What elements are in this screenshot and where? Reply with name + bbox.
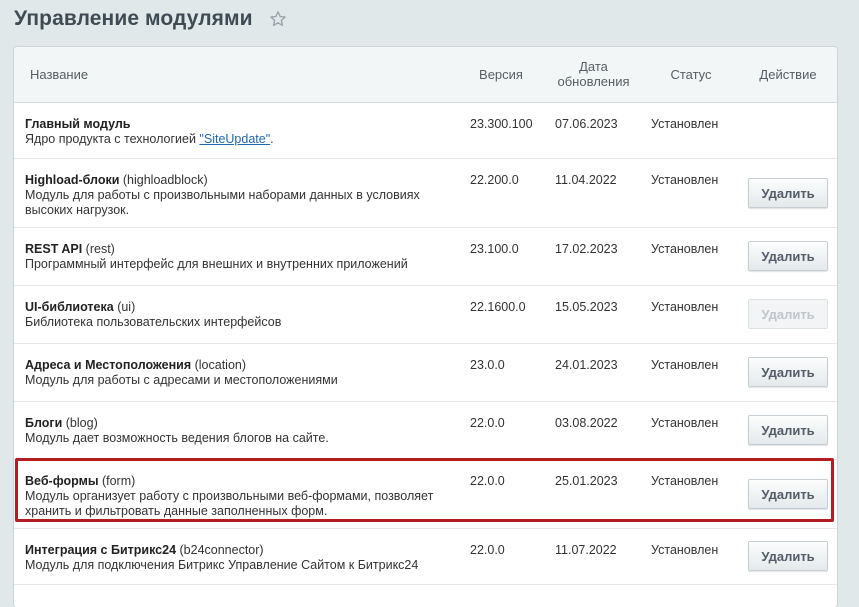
delete-button[interactable]: Удалить	[748, 415, 828, 445]
module-status: Установлен	[651, 473, 719, 488]
module-version: 23.100.0	[470, 241, 519, 256]
module-status: Установлен	[651, 299, 719, 314]
module-version: 23.300.100	[470, 116, 533, 131]
module-title: Интеграция с Битрикс24	[25, 542, 177, 557]
module-cell: Главный модуль Ядро продукта с технологи…	[14, 102, 458, 158]
page-title: Управление модулями	[14, 7, 253, 30]
module-version: 22.0.0	[470, 473, 505, 488]
header-name[interactable]: Название	[14, 47, 458, 102]
table-row: Адреса и Местоположения (location) Модул…	[14, 343, 837, 401]
module-status: Установлен	[651, 116, 719, 131]
header-date[interactable]: Дата обновления	[544, 47, 643, 102]
module-description: Модуль дает возможность ведения блогов н…	[25, 430, 329, 445]
module-description: Модуль для работы с адресами и местополо…	[25, 372, 338, 387]
module-date: 15.05.2023	[555, 299, 618, 314]
delete-button[interactable]: Удалить	[748, 357, 828, 387]
delete-button-disabled: Удалить	[748, 299, 828, 329]
module-code: (location)	[191, 357, 247, 372]
table-header-row: Название Версия Дата обновления Статус Д…	[14, 47, 837, 102]
page-header: Управление модулями	[14, 4, 287, 34]
module-status: Установлен	[651, 542, 719, 557]
table-row: Highload-блоки (highloadblock) Модуль дл…	[14, 158, 837, 227]
module-version: 22.200.0	[470, 172, 519, 187]
module-cell: REST API (rest) Программный интерфейс дл…	[14, 227, 458, 285]
module-title: REST API	[25, 241, 83, 256]
table-row: UI-библиотека (ui) Библиотека пользовате…	[14, 285, 837, 343]
header-date-line1: Дата	[579, 59, 608, 75]
module-date: 11.04.2022	[555, 172, 617, 187]
table-row: Блоги (blog) Модуль дает возможность вед…	[14, 401, 837, 459]
module-description: Модуль для подключения Битрикс Управлени…	[25, 557, 419, 572]
module-code: (b24connector)	[176, 542, 264, 557]
module-description: Программный интерфейс для внешних и внут…	[25, 256, 408, 271]
module-title: Блоги	[25, 415, 63, 430]
module-version: 23.0.0	[470, 357, 505, 372]
table-row: REST API (rest) Программный интерфейс дл…	[14, 227, 837, 285]
module-version: 22.1600.0	[470, 299, 526, 314]
module-date: 07.06.2023	[555, 116, 618, 131]
module-title: UI-библиотека	[25, 299, 114, 314]
module-description-end: .	[270, 131, 274, 146]
delete-button[interactable]: Удалить	[748, 541, 828, 571]
module-code: (rest)	[82, 241, 115, 256]
delete-button[interactable]: Удалить	[748, 478, 828, 509]
module-cell: Highload-блоки (highloadblock) Модуль дл…	[14, 158, 458, 227]
module-date: 24.01.2023	[555, 357, 618, 372]
module-action-empty	[739, 102, 837, 158]
module-status: Установлен	[651, 357, 719, 372]
module-description: Модуль для работы с произвольными набора…	[25, 187, 420, 217]
module-cell: Адреса и Местоположения (location) Модул…	[14, 343, 458, 401]
module-date: 03.08.2022	[555, 415, 618, 430]
module-date: 17.02.2023	[555, 241, 618, 256]
modules-panel: Название Версия Дата обновления Статус Д…	[14, 47, 837, 607]
module-status: Установлен	[651, 415, 719, 430]
delete-button[interactable]: Удалить	[748, 241, 828, 271]
header-date-line2: обновления	[557, 74, 630, 90]
module-cell: UI-библиотека (ui) Библиотека пользовате…	[14, 285, 458, 343]
star-icon[interactable]	[269, 10, 287, 28]
module-date: 11.07.2022	[555, 542, 617, 557]
header-version[interactable]: Версия	[458, 47, 544, 102]
module-code: (blog)	[62, 415, 98, 430]
module-description: Ядро продукта с технологией "SiteUpdate"…	[25, 132, 450, 147]
module-title: Highload-блоки	[25, 172, 120, 187]
module-cell: Блоги (blog) Модуль дает возможность вед…	[14, 401, 458, 459]
header-status[interactable]: Статус	[643, 47, 739, 102]
module-cell: Интеграция с Битрикс24 (b24connector) Мо…	[14, 528, 458, 584]
module-title: Главный модуль	[25, 116, 131, 131]
module-version: 22.0.0	[470, 415, 505, 430]
module-status: Установлен	[651, 241, 719, 256]
modules-table: Название Версия Дата обновления Статус Д…	[14, 47, 837, 585]
module-description: Библиотека пользовательских интерфейсов	[25, 314, 282, 329]
module-code: (ui)	[113, 299, 136, 314]
module-title: Адреса и Местоположения	[25, 357, 192, 372]
table-row: Главный модуль Ядро продукта с технологи…	[14, 102, 837, 158]
table-row-highlighted: Веб-формы (form) Модуль организует работ…	[14, 459, 837, 528]
module-description-text: Ядро продукта с технологией	[25, 131, 200, 146]
module-date: 25.01.2023	[555, 473, 618, 488]
delete-button[interactable]: Удалить	[748, 177, 828, 208]
module-version: 22.0.0	[470, 542, 505, 557]
module-cell: Веб-формы (form) Модуль организует работ…	[14, 459, 458, 528]
header-action: Действие	[759, 66, 817, 82]
module-code: (highloadblock)	[119, 172, 208, 187]
module-status: Установлен	[651, 172, 719, 187]
table-row: Интеграция с Битрикс24 (b24connector) Мо…	[14, 528, 837, 584]
module-code: (form)	[98, 473, 136, 488]
module-title: Веб-формы	[25, 473, 99, 488]
siteupdate-link[interactable]: "SiteUpdate"	[199, 132, 270, 146]
module-description: Модуль организует работу с произвольными…	[25, 488, 434, 518]
